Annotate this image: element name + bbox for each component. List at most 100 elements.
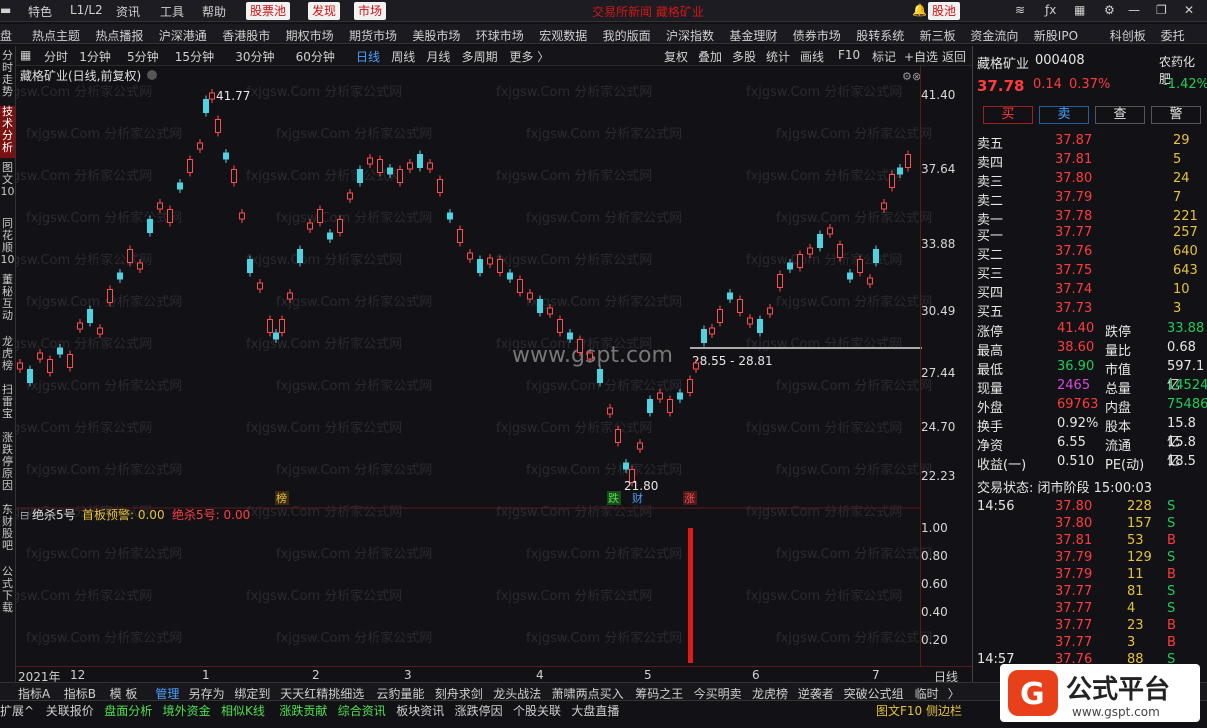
period-2[interactable]: 5分钟 <box>127 48 159 65</box>
tool-4[interactable]: 画线 <box>800 48 824 65</box>
menu-item-l1l2[interactable]: L1/L2 <box>70 3 103 17</box>
sector-tab-13[interactable]: 股转系统 <box>856 27 904 44</box>
indicator-name[interactable]: 绝杀5号 <box>32 507 76 522</box>
period-7[interactable]: 周线 <box>391 48 415 65</box>
sell-button[interactable]: 卖 <box>1039 106 1089 124</box>
period-0[interactable]: 分时 <box>44 48 68 65</box>
status-tab-7[interactable]: 板块资讯 <box>396 702 444 719</box>
left-tab-5[interactable]: 龙虎榜 <box>0 336 15 388</box>
tool-1[interactable]: 叠加 <box>698 48 722 65</box>
alert-button[interactable]: 警 <box>1151 106 1201 124</box>
chart-menu-icon[interactable]: ▦ <box>20 48 31 62</box>
sector-tab-3[interactable]: 香港股市 <box>222 27 270 44</box>
period-5[interactable]: 60分钟 <box>296 48 335 65</box>
left-tab-3[interactable]: 同花顺10 <box>0 218 15 270</box>
sector-tab-2[interactable]: 沪深港通 <box>159 27 207 44</box>
tool-6[interactable]: 标记 <box>872 48 896 65</box>
sector-tab-16[interactable]: 新股IPO <box>1034 27 1078 44</box>
formula-icon[interactable]: ƒx <box>1045 3 1056 17</box>
tool-8[interactable]: 返回 <box>942 48 966 65</box>
sector-tab-6[interactable]: 美股市场 <box>412 27 460 44</box>
sector-tab-0[interactable]: 热点主题 <box>32 27 80 44</box>
period-10[interactable]: 更多 〉 <box>509 48 549 65</box>
candle-body <box>209 92 215 100</box>
buy-button[interactable]: 买 <box>983 106 1033 124</box>
status-tab-0[interactable]: 扩展^ <box>0 702 34 719</box>
status-tab-9[interactable]: 个股关联 <box>513 702 561 719</box>
status-tab-8[interactable]: 涨跌停因 <box>455 702 503 719</box>
discover-button[interactable]: 发现 <box>308 2 341 20</box>
menu-item-news[interactable]: 资讯 <box>116 3 140 20</box>
period-6[interactable]: 日线 <box>356 48 380 65</box>
candle-body <box>597 369 603 383</box>
tag-die[interactable]: 跌 <box>608 491 619 505</box>
period-3[interactable]: 15分钟 <box>175 48 214 65</box>
restore-icon[interactable]: ❐ <box>1156 3 1167 17</box>
left-tab-7[interactable]: 涨跌停原因 <box>0 432 15 492</box>
status-tab-5[interactable]: 涨跌贡献 <box>279 702 327 719</box>
kline-chart[interactable]: 藏格矿业(日线,前复权) ⚙ ⊗ fxjgsw.Com 分析家公式网fxjgsw… <box>16 66 972 666</box>
tool-3[interactable]: 统计 <box>766 48 790 65</box>
tag-cai[interactable]: 财 <box>632 491 643 505</box>
sector-tab-15[interactable]: 资金流向 <box>970 27 1018 44</box>
menu-item-features[interactable]: 特色 <box>28 3 52 20</box>
gear-icon[interactable]: ⚙ <box>1104 3 1115 17</box>
market-button[interactable]: 市场 <box>354 2 387 20</box>
menu-icon[interactable]: ▬ <box>0 3 11 17</box>
tool-7[interactable]: +自选 <box>904 48 938 65</box>
sector-tab-11[interactable]: 基金理财 <box>729 27 777 44</box>
period-4[interactable]: 30分钟 <box>235 48 274 65</box>
left-tab-2[interactable]: 图文10 <box>0 162 15 214</box>
layers-icon[interactable]: ≋ <box>1015 3 1025 17</box>
status-tab-2[interactable]: 盘面分析 <box>104 702 152 719</box>
sector-tab-1[interactable]: 热点播报 <box>95 27 143 44</box>
candle-body <box>517 279 523 293</box>
bell-icon[interactable]: 🔔 <box>912 3 927 17</box>
news-ticker[interactable]: 交易所新闻 藏格矿业 <box>592 3 704 20</box>
status-tab-6[interactable]: 综合资讯 <box>338 702 386 719</box>
status-tab-3[interactable]: 境外资金 <box>163 702 211 719</box>
period-8[interactable]: 月线 <box>426 48 450 65</box>
tool-5[interactable]: F10 <box>838 48 860 62</box>
grid-icon[interactable]: ▦ <box>1074 3 1085 17</box>
left-tab-9[interactable]: 公式下载 <box>0 566 15 618</box>
left-tab-1[interactable]: 技术分析 <box>0 106 15 158</box>
period-1[interactable]: 1分钟 <box>79 48 111 65</box>
tag-zhang[interactable]: 涨 <box>684 492 695 505</box>
stock-pool-right-button[interactable]: 股池 <box>928 2 961 20</box>
sector-tab-17[interactable]: 科创板 <box>1110 27 1146 44</box>
sector-tab-8[interactable]: 宏观数据 <box>539 27 587 44</box>
sector-tab-12[interactable]: 债券市场 <box>793 27 841 44</box>
indicator-toggle-icon[interactable]: ⊟ <box>20 509 29 522</box>
status-tab-1[interactable]: 关联报价 <box>46 702 94 719</box>
query-button[interactable]: 查 <box>1095 106 1145 124</box>
tool-0[interactable]: 复权 <box>664 48 688 65</box>
candle-body <box>647 399 653 413</box>
left-tab-0[interactable]: 分时走势 <box>0 50 15 102</box>
stock-pool-button[interactable]: 股票池 <box>246 2 291 20</box>
left-tab-8[interactable]: 东财股吧 <box>0 504 15 556</box>
price-change-pct: 0.37% <box>1069 77 1111 92</box>
watermark-text: fxjgsw.Com 分析家公式网 <box>526 630 682 646</box>
sector-tab-9[interactable]: 我的版面 <box>603 27 651 44</box>
left-tab-4[interactable]: 董秘互动 <box>0 274 15 326</box>
sector-tab-7[interactable]: 环球市场 <box>476 27 524 44</box>
left-tab-6[interactable]: 扫雷宝 <box>0 384 15 436</box>
sector-tab-10[interactable]: 沪深指数 <box>666 27 714 44</box>
period-9[interactable]: 多周期 <box>462 48 498 65</box>
chart-settings-icon[interactable]: ⚙ <box>902 70 912 83</box>
tag-bang[interactable]: 榜 <box>276 491 287 505</box>
tool-2[interactable]: 多股 <box>732 48 756 65</box>
sector-tab-5[interactable]: 期货市场 <box>349 27 397 44</box>
status-tab-10[interactable]: 大盘直播 <box>571 702 619 719</box>
status-tab-4[interactable]: 相似K线 <box>221 702 265 719</box>
sector-tab-14[interactable]: 新三板 <box>920 27 956 44</box>
menu-item-tools[interactable]: 工具 <box>160 3 184 20</box>
sector-tab-18[interactable]: 委托 <box>1161 27 1185 44</box>
menu-item-help[interactable]: 帮助 <box>202 3 226 20</box>
minimize-icon[interactable]: — <box>1128 3 1140 17</box>
chart-title-dropdown-icon[interactable] <box>147 70 157 80</box>
sector-tab-4[interactable]: 期权市场 <box>286 27 334 44</box>
close-icon[interactable]: ✕ <box>1184 3 1194 17</box>
f10-sidebar-link[interactable]: 图文F10 侧边栏 <box>876 702 962 719</box>
